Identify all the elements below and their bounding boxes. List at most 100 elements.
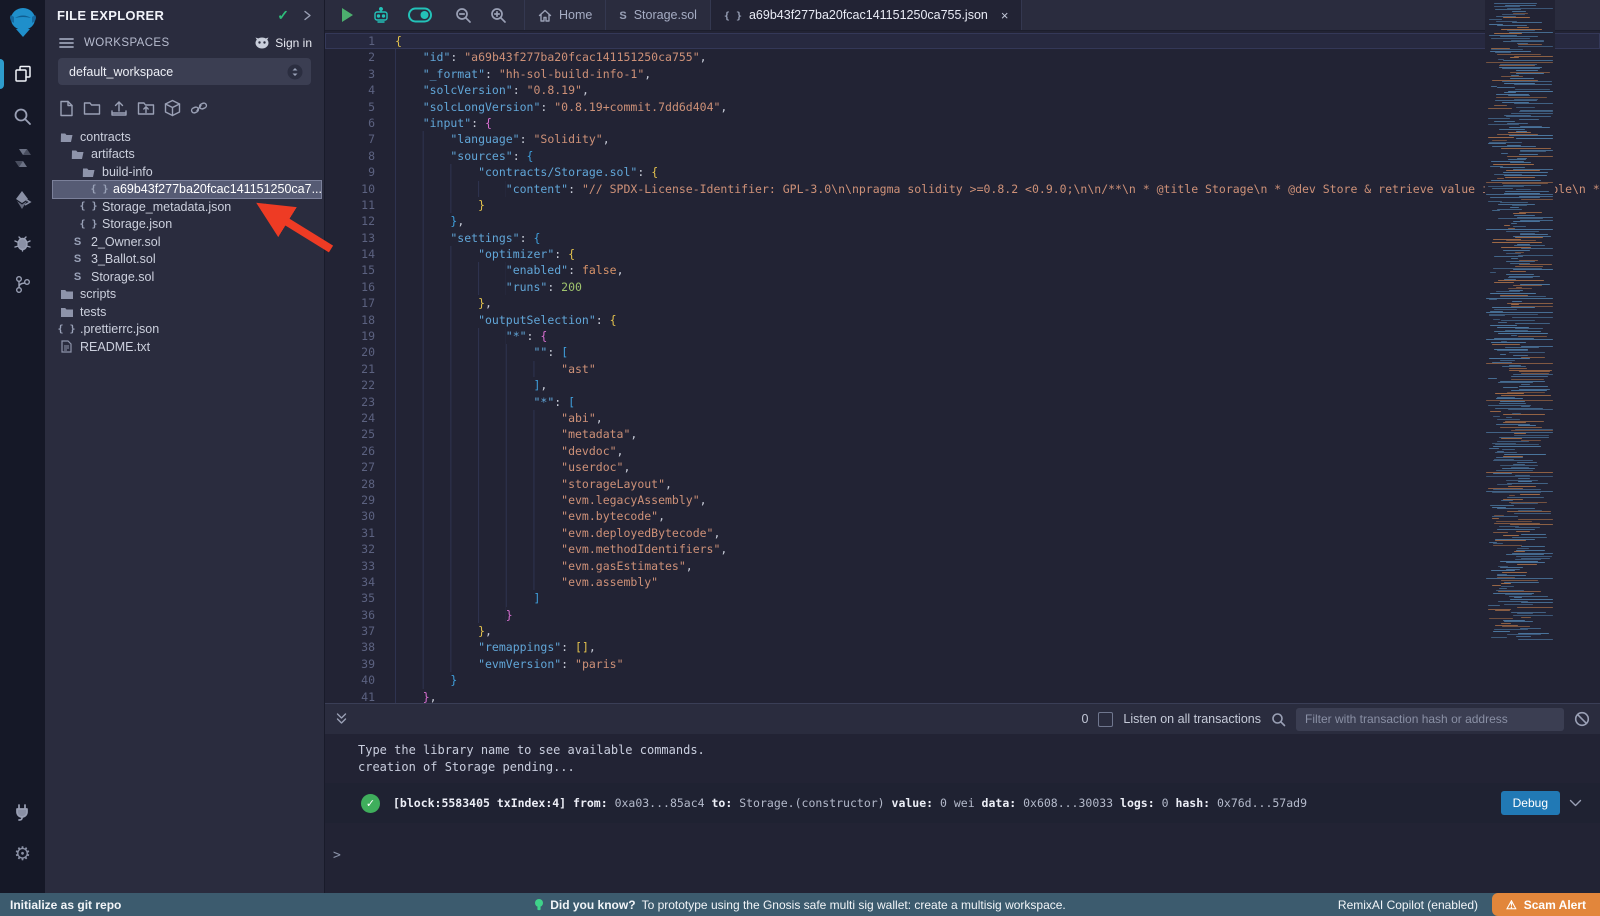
code-line: 31"evm.deployedBytecode", [325, 525, 1600, 541]
remix-logo-icon[interactable] [8, 7, 38, 39]
tree-item-label: a69b43f277ba20fcac141151250ca7... [113, 182, 322, 196]
line-number: 39 [325, 656, 375, 672]
editor-area: HomeSStorage.sol{ }a69b43f277ba20fcac141… [325, 0, 1600, 703]
code-line: 7"language": "Solidity", [325, 131, 1600, 147]
editor-tab-storage-sol[interactable]: SStorage.sol [606, 0, 711, 30]
listen-all-transactions-checkbox[interactable] [1098, 712, 1113, 727]
tree-item[interactable]: tests [45, 303, 324, 321]
json-file-icon: { } [81, 201, 96, 212]
line-number: 7 [325, 131, 375, 147]
new-folder-icon[interactable] [83, 100, 101, 116]
status-bar: Initialize as git repo Did you know? To … [0, 893, 1600, 916]
hamburger-menu-icon[interactable] [59, 37, 74, 49]
editor-tab-a69b43f277ba20fcac141151250ca755-json[interactable]: { }a69b43f277ba20fcac141151250ca755.json… [711, 0, 1023, 30]
tree-item[interactable]: README.txt [45, 338, 324, 356]
rail-settings-button[interactable]: ⚙ [0, 833, 45, 875]
line-number: 37 [325, 623, 375, 639]
code-line: 15"enabled": false, [325, 262, 1600, 278]
file-tree: contractsartifactsbuild-info{ }a69b43f27… [45, 128, 324, 356]
editor-tab-home[interactable]: Home [524, 0, 606, 30]
line-number: 29 [325, 492, 375, 508]
file-explorer-panel: FILE EXPLORER ✓ WORKSPACES Sign in defau… [45, 0, 325, 893]
line-number: 32 [325, 541, 375, 557]
line-number: 40 [325, 672, 375, 688]
line-number: 26 [325, 443, 375, 459]
terminal-log: Type the library name to see available c… [325, 734, 1600, 776]
github-icon [254, 36, 270, 50]
code-line: 25"metadata", [325, 426, 1600, 442]
solidity-file-icon: S [70, 236, 85, 248]
solidity-file-icon: S [70, 271, 85, 283]
terminal-prompt[interactable]: > [333, 848, 341, 863]
code-line: 12}, [325, 213, 1600, 229]
transaction-log-row[interactable]: ✓ [block:5583405 txIndex:4] from: 0xa03.… [325, 783, 1600, 823]
tree-item[interactable]: scripts [45, 286, 324, 304]
rail-git-button[interactable] [0, 263, 45, 305]
rail-deploy-run-button[interactable] [0, 179, 45, 221]
expand-terminal-icon[interactable] [335, 712, 348, 726]
folder-icon [59, 306, 74, 318]
transaction-filter-input[interactable] [1296, 708, 1564, 731]
tree-item[interactable]: { }Storage_metadata.json [45, 198, 324, 216]
folder-open-icon [81, 166, 96, 178]
chevron-right-icon[interactable] [303, 10, 312, 21]
line-number: 5 [325, 99, 375, 115]
line-number: 19 [325, 328, 375, 344]
code-editor[interactable]: 1{2"id": "a69b43f277ba20fcac141151250ca7… [325, 31, 1600, 703]
remix-ide-window: ⚙ FILE EXPLORER ✓ WORKSPACES Sign in def… [0, 0, 1600, 916]
import-link-icon[interactable] [190, 100, 208, 116]
json-file-icon: { } [81, 219, 96, 230]
terminal-log-line: creation of Storage pending... [358, 759, 1600, 776]
tree-item-label: build-info [102, 165, 153, 179]
copilot-toggle-icon[interactable] [399, 7, 441, 23]
clear-console-icon[interactable] [1574, 711, 1590, 727]
rail-search-button[interactable] [0, 95, 45, 137]
tree-item-label: artifacts [91, 147, 135, 161]
zoom-in-icon[interactable] [481, 7, 516, 24]
tree-item[interactable]: artifacts [45, 146, 324, 164]
debug-button[interactable]: Debug [1501, 791, 1560, 815]
tree-item[interactable]: { }.prettierrc.json [45, 321, 324, 339]
transaction-count: 0 [1081, 712, 1088, 726]
tree-item[interactable]: contracts [45, 128, 324, 146]
tx-expand-chevron-icon[interactable] [1569, 799, 1582, 808]
code-line: 6"input": { [325, 115, 1600, 131]
zoom-out-icon[interactable] [441, 7, 481, 24]
tree-item-selected[interactable]: { }a69b43f277ba20fcac141151250ca7... [53, 181, 321, 199]
sol-tab-icon: S [619, 8, 626, 22]
sign-in-button[interactable]: Sign in [254, 36, 312, 50]
close-tab-icon[interactable]: × [1001, 8, 1009, 23]
line-number: 38 [325, 639, 375, 655]
tree-item[interactable]: S2_Owner.sol [45, 233, 324, 251]
tree-item[interactable]: build-info [45, 163, 324, 181]
upload-file-icon[interactable] [110, 100, 128, 117]
code-line: 34"evm.assembly" [325, 574, 1600, 590]
minimap[interactable] [1485, 0, 1555, 675]
tab-label: a69b43f277ba20fcac141151250ca755.json [749, 8, 988, 22]
run-script-button[interactable] [325, 7, 363, 23]
code-line: 20"": [ [325, 344, 1600, 360]
rail-file-explorer-button[interactable] [0, 53, 45, 95]
tree-item[interactable]: SStorage.sol [45, 268, 324, 286]
code-line: 22], [325, 377, 1600, 393]
workspaces-label: WORKSPACES [84, 37, 254, 49]
rail-debugger-button[interactable] [0, 221, 45, 263]
upload-folder-icon[interactable] [137, 100, 155, 116]
code-line: 38"remappings": [], [325, 639, 1600, 655]
rail-solidity-compiler-button[interactable] [0, 137, 45, 179]
ipfs-cube-icon[interactable] [164, 99, 181, 117]
code-line: 16"runs": 200 [325, 279, 1600, 295]
tree-item[interactable]: S3_Ballot.sol [45, 251, 324, 269]
folder-open-icon [59, 131, 74, 143]
code-line: 11} [325, 197, 1600, 213]
icon-rail: ⚙ [0, 0, 45, 893]
rail-plugin-manager-button[interactable] [0, 791, 45, 833]
tree-item[interactable]: { }Storage.json [45, 216, 324, 234]
new-file-icon[interactable] [59, 100, 74, 117]
lightbulb-icon [534, 898, 544, 912]
code-line: 21"ast" [325, 361, 1600, 377]
line-number: 3 [325, 66, 375, 82]
code-line: 19"*": { [325, 328, 1600, 344]
workspace-select[interactable]: default_workspace [58, 58, 311, 85]
ai-copilot-robot-icon[interactable] [363, 6, 399, 24]
